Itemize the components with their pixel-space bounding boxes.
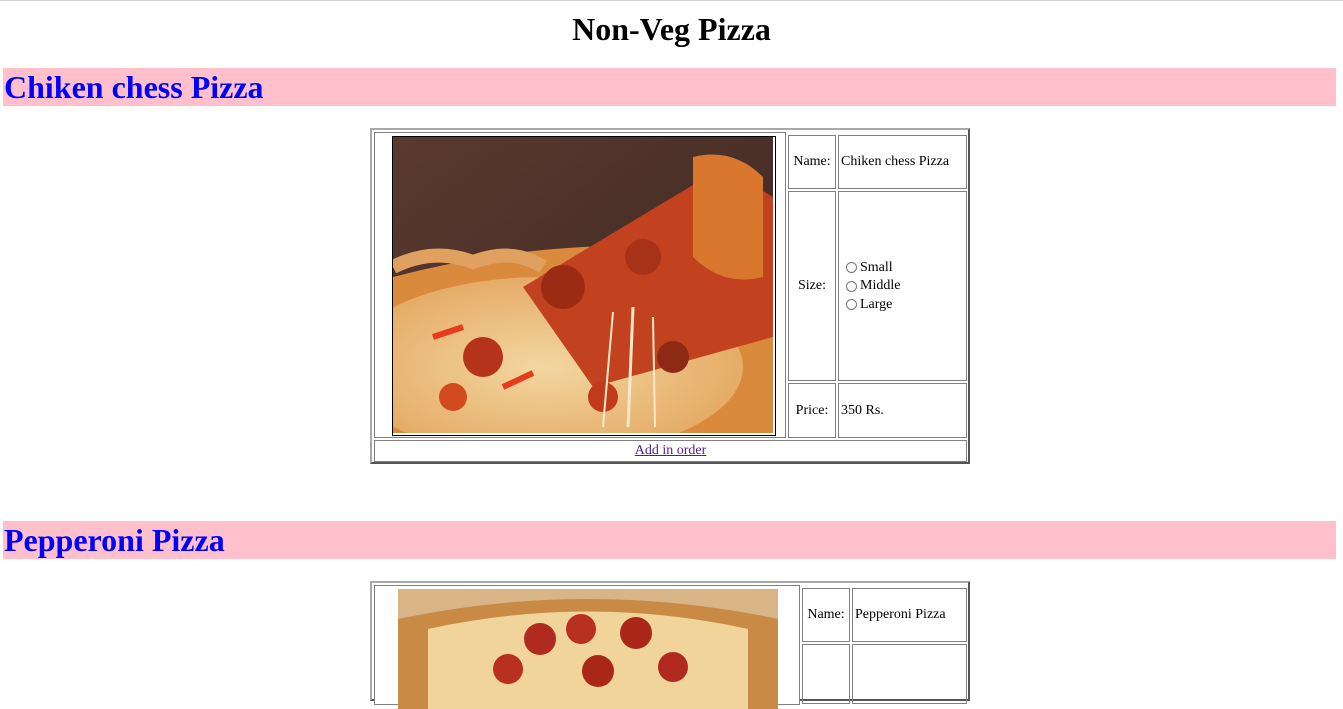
size-option-small[interactable]: Small [846,258,966,277]
radio-button[interactable] [846,299,857,310]
chicken-pizza-image [392,136,776,436]
name-value: Pepperoni Pizza [852,588,967,642]
size-label [802,644,850,704]
size-option-label: Large [860,296,893,312]
pepperoni-pizza-image [398,589,778,709]
price-label: Price: [788,383,836,438]
radio-button[interactable] [846,262,857,273]
top-divider [0,0,1343,1]
size-option-large[interactable]: Large [846,295,966,314]
name-value: Chiken chess Pizza [838,135,967,189]
page-title: Non-Veg Pizza [572,11,771,47]
size-options [852,644,967,704]
size-options: Small Middle Large [838,191,967,381]
order-cell: Add in order [374,440,967,462]
product-heading: Chiken chess Pizza [3,68,1336,106]
size-option-label: Middle [860,278,901,293]
product-table: Name: Pepperoni Pizza [370,581,970,709]
product-image-cell [374,132,786,438]
name-label: Name: [788,135,836,189]
radio-button[interactable] [846,280,857,292]
product-image-cell [374,585,800,709]
name-label: Name: [802,588,850,642]
product-table: Name: Chiken chess Pizza Size: Small Mid… [370,128,970,464]
add-in-order-link[interactable]: Add in order [635,443,707,459]
size-option-label: Small [860,259,893,275]
product-heading: Pepperoni Pizza [3,521,1336,559]
size-option-middle[interactable]: Middle [846,277,966,296]
price-value: 350 Rs. [838,383,967,438]
size-label: Size: [788,191,836,381]
